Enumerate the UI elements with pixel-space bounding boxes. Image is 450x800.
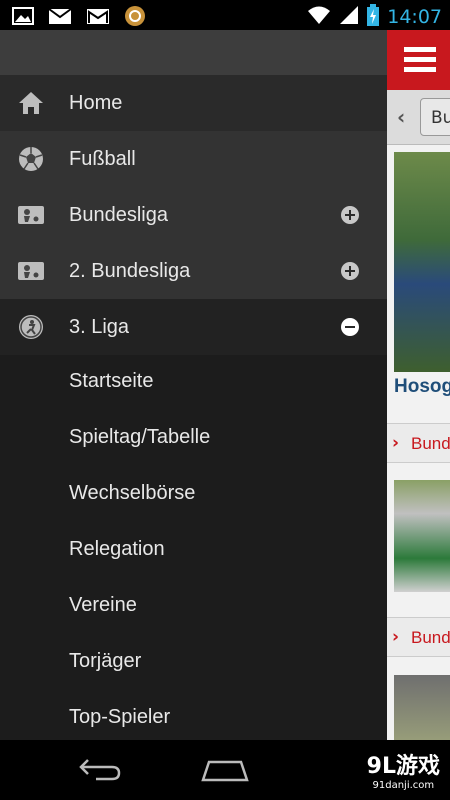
drawer-item-fussball[interactable]: Fußball — [0, 131, 387, 187]
drawer-subitem-vereine[interactable]: Vereine — [0, 579, 387, 635]
drawer-subitem-spieltag-tabelle[interactable]: Spieltag/Tabelle — [0, 411, 387, 467]
drawer-subitem-relegation[interactable]: Relegation — [0, 523, 387, 579]
navigation-drawer: Home Fußball Bundesliga 2. Bundesliga 3.… — [0, 30, 387, 740]
drawer-subitem-top-spieler[interactable]: Top-Spieler — [0, 691, 387, 740]
image-icon — [12, 7, 34, 29]
article-link[interactable]: › Bund — [387, 423, 450, 463]
home-nav-icon[interactable] — [201, 758, 249, 786]
watermark-logo-text: 9L游戏 — [366, 754, 440, 779]
notification-icons — [12, 5, 146, 31]
expand-plus-icon[interactable] — [341, 206, 359, 224]
drawer-item-label: 2. Bundesliga — [69, 259, 191, 282]
chevron-right-icon: › — [392, 627, 400, 647]
drawer-item-home[interactable]: Home — [0, 75, 387, 131]
drawer-item-label: Bundesliga — [69, 203, 168, 226]
watermark-url: 91danji.com — [372, 780, 435, 791]
chevron-left-icon[interactable]: ‹ — [397, 105, 405, 129]
drawer-subitem-label: Spieltag/Tabelle — [69, 426, 211, 448]
system-nav-bar: 9L游戏 91danji.com — [0, 740, 450, 800]
drawer-subitem-label: Startseite — [69, 370, 154, 392]
drawer-item-bundesliga[interactable]: Bundesliga — [0, 187, 387, 243]
drawer-subitem-label: Top-Spieler — [69, 706, 171, 728]
drawer-subitem-label: Torjäger — [69, 650, 142, 672]
signal-icon — [339, 5, 359, 29]
article-title[interactable]: Hosog — [394, 376, 450, 398]
status-time: 14:07 — [387, 6, 442, 28]
article-image[interactable] — [394, 152, 450, 372]
soccer-ball-icon — [18, 146, 44, 172]
drawer-item-label: Fußball — [69, 147, 136, 170]
article-link-label: Bund — [411, 434, 450, 453]
drawer-item-label: 3. Liga — [69, 315, 130, 338]
drawer-item-2-bundesliga[interactable]: 2. Bundesliga — [0, 243, 387, 299]
tab-strip: ‹ Bu — [387, 90, 450, 145]
drawer-item-label: Home — [69, 91, 123, 114]
status-bar: 14:07 — [0, 0, 450, 30]
chevron-right-icon: › — [392, 433, 400, 453]
drawer-item-3-liga[interactable]: 3. Liga — [0, 299, 387, 355]
drawer-subitem-startseite[interactable]: Startseite — [0, 355, 387, 411]
article-image[interactable] — [394, 480, 450, 592]
home-icon — [18, 90, 44, 116]
article-image[interactable] — [394, 675, 450, 740]
drawer-subitem-label: Vereine — [69, 594, 137, 616]
tab-bundesliga[interactable]: Bu — [420, 98, 450, 136]
article-link[interactable]: › Bund — [387, 617, 450, 657]
watermark: 9L游戏 91danji.com — [367, 748, 440, 791]
back-icon[interactable] — [78, 756, 122, 786]
bundesliga-logo-icon — [18, 258, 44, 284]
wifi-icon — [307, 5, 331, 29]
main-content-peek: ‹ Bu Hosog › Bund › Bund — [387, 30, 450, 740]
circle-app-icon — [124, 5, 146, 31]
drawer-subitem-label: Relegation — [69, 538, 165, 560]
gmail-icon — [86, 8, 110, 29]
hamburger-menu-icon[interactable] — [404, 47, 436, 73]
drawer-subitem-torjaeger[interactable]: Torjäger — [0, 635, 387, 691]
drawer-header — [0, 30, 387, 75]
expand-plus-icon[interactable] — [341, 262, 359, 280]
app-header — [387, 30, 450, 90]
battery-charging-icon — [367, 4, 380, 30]
bundesliga-logo-icon — [18, 202, 44, 228]
drawer-subitem-wechselboerse[interactable]: Wechselbörse — [0, 467, 387, 523]
article-link-label: Bund — [411, 628, 450, 647]
mail-icon — [48, 7, 72, 29]
collapse-minus-icon[interactable] — [341, 318, 359, 336]
drawer-subitem-label: Wechselbörse — [69, 482, 196, 504]
liga3-logo-icon — [18, 314, 44, 340]
system-icons: 14:07 — [307, 4, 442, 30]
